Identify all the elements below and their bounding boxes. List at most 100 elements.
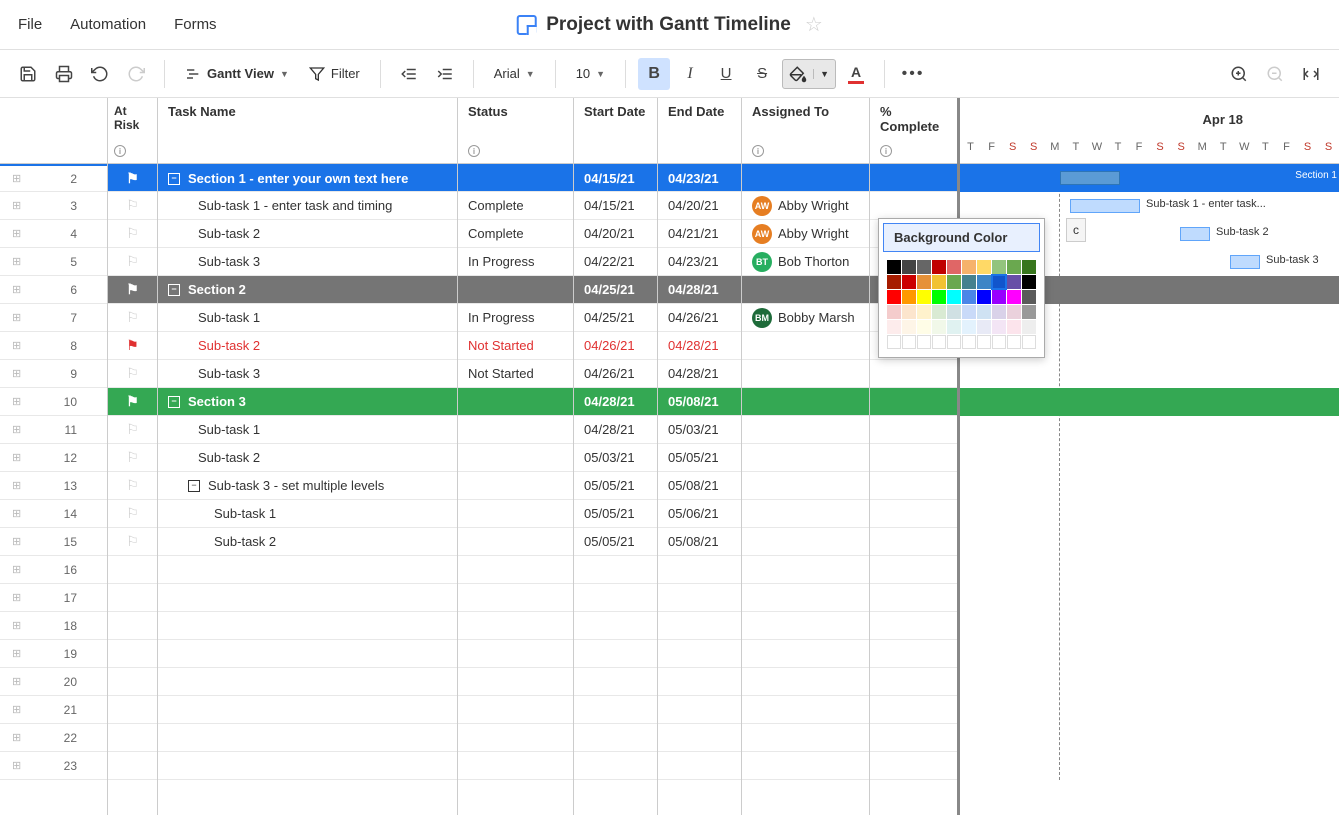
color-swatch[interactable] bbox=[977, 305, 991, 319]
status-cell[interactable] bbox=[458, 668, 573, 696]
color-swatch[interactable] bbox=[917, 290, 931, 304]
color-swatch[interactable] bbox=[962, 260, 976, 274]
at-risk-cell[interactable]: ⚐ bbox=[108, 248, 157, 276]
color-swatch[interactable] bbox=[902, 305, 916, 319]
comp-cell[interactable] bbox=[870, 444, 957, 472]
gantt-row[interactable] bbox=[960, 724, 1339, 752]
color-swatch[interactable] bbox=[947, 260, 961, 274]
comp-cell[interactable] bbox=[870, 472, 957, 500]
comp-cell[interactable] bbox=[870, 360, 957, 388]
end-cell[interactable] bbox=[658, 640, 741, 668]
color-swatch[interactable] bbox=[887, 260, 901, 274]
assign-cell[interactable]: AWAbby Wright bbox=[742, 192, 869, 220]
color-swatch[interactable] bbox=[902, 290, 916, 304]
color-swatch[interactable] bbox=[932, 260, 946, 274]
at-risk-cell[interactable]: ⚐ bbox=[108, 500, 157, 528]
row-number[interactable]: ⊞20 bbox=[0, 668, 107, 696]
task-cell[interactable]: Sub-task 2 bbox=[158, 528, 457, 556]
assign-cell[interactable] bbox=[742, 752, 869, 780]
gantt-row[interactable] bbox=[960, 668, 1339, 696]
column-header-start[interactable]: Start Date bbox=[574, 98, 657, 164]
color-swatch[interactable] bbox=[887, 275, 901, 289]
start-cell[interactable] bbox=[574, 640, 657, 668]
comp-cell[interactable] bbox=[870, 640, 957, 668]
color-swatch[interactable] bbox=[1007, 290, 1021, 304]
at-risk-cell[interactable] bbox=[108, 612, 157, 640]
row-number[interactable]: ⊞4 bbox=[0, 220, 107, 248]
color-swatch[interactable] bbox=[947, 275, 961, 289]
column-header-assigned[interactable]: Assigned Toi bbox=[742, 98, 869, 164]
fontsize-select[interactable]: 10▼ bbox=[568, 66, 613, 81]
status-cell[interactable] bbox=[458, 556, 573, 584]
row-number[interactable]: ⊞6 bbox=[0, 276, 107, 304]
color-swatch[interactable] bbox=[962, 305, 976, 319]
status-cell[interactable] bbox=[458, 164, 573, 192]
end-cell[interactable] bbox=[658, 612, 741, 640]
start-cell[interactable]: 05/03/21 bbox=[574, 444, 657, 472]
color-swatch[interactable] bbox=[962, 290, 976, 304]
color-swatch[interactable] bbox=[917, 320, 931, 334]
view-switcher[interactable]: Gantt View ▼ bbox=[177, 66, 297, 82]
at-risk-cell[interactable]: ⚑ bbox=[108, 276, 157, 304]
task-cell[interactable]: Sub-task 1 - enter task and timing bbox=[158, 192, 457, 220]
task-cell[interactable] bbox=[158, 556, 457, 584]
end-cell[interactable]: 05/03/21 bbox=[658, 416, 741, 444]
row-number[interactable]: ⊞16 bbox=[0, 556, 107, 584]
assign-cell[interactable] bbox=[742, 696, 869, 724]
menu-forms[interactable]: Forms bbox=[174, 16, 217, 33]
at-risk-cell[interactable]: ⚑ bbox=[108, 388, 157, 416]
color-swatch[interactable] bbox=[917, 335, 931, 349]
end-cell[interactable]: 04/20/21 bbox=[658, 192, 741, 220]
text-color-button[interactable]: A bbox=[840, 58, 872, 90]
color-swatch[interactable] bbox=[977, 335, 991, 349]
at-risk-cell[interactable] bbox=[108, 584, 157, 612]
menu-automation[interactable]: Automation bbox=[70, 16, 146, 33]
start-cell[interactable] bbox=[574, 696, 657, 724]
status-cell[interactable]: Complete bbox=[458, 220, 573, 248]
task-cell[interactable]: −Section 3 bbox=[158, 388, 457, 416]
color-swatch[interactable] bbox=[947, 290, 961, 304]
color-swatch[interactable] bbox=[947, 335, 961, 349]
gantt-row[interactable]: Sub-task 1 - enter task... bbox=[960, 192, 1339, 220]
color-swatch[interactable] bbox=[1007, 275, 1021, 289]
start-cell[interactable]: 04/26/21 bbox=[574, 332, 657, 360]
gantt-row[interactable] bbox=[960, 640, 1339, 668]
status-cell[interactable] bbox=[458, 388, 573, 416]
end-cell[interactable]: 04/28/21 bbox=[658, 332, 741, 360]
gantt-row[interactable] bbox=[960, 696, 1339, 724]
color-swatch[interactable] bbox=[977, 320, 991, 334]
color-swatch[interactable] bbox=[1022, 260, 1036, 274]
assign-cell[interactable]: AWAbby Wright bbox=[742, 220, 869, 248]
start-cell[interactable]: 04/22/21 bbox=[574, 248, 657, 276]
task-cell[interactable]: Sub-task 2 bbox=[158, 220, 457, 248]
row-number[interactable]: ⊞8 bbox=[0, 332, 107, 360]
outdent-button[interactable] bbox=[393, 58, 425, 90]
color-swatch[interactable] bbox=[932, 290, 946, 304]
color-swatch[interactable] bbox=[887, 335, 901, 349]
start-cell[interactable] bbox=[574, 556, 657, 584]
star-icon[interactable]: ☆ bbox=[805, 12, 823, 37]
status-cell[interactable]: Not Started bbox=[458, 332, 573, 360]
gantt-row[interactable]: Section 1 bbox=[960, 164, 1339, 192]
bold-button[interactable]: B bbox=[638, 58, 670, 90]
more-button[interactable]: ••• bbox=[897, 58, 929, 90]
start-cell[interactable]: 04/20/21 bbox=[574, 220, 657, 248]
end-cell[interactable]: 04/23/21 bbox=[658, 248, 741, 276]
column-header-complete[interactable]: % Completei bbox=[870, 98, 957, 164]
start-cell[interactable] bbox=[574, 752, 657, 780]
color-swatch[interactable] bbox=[902, 275, 916, 289]
comp-cell[interactable] bbox=[870, 500, 957, 528]
color-swatch[interactable] bbox=[1007, 335, 1021, 349]
task-cell[interactable]: Sub-task 1 bbox=[158, 416, 457, 444]
chevron-down-icon[interactable]: ▼ bbox=[813, 69, 835, 79]
task-cell[interactable] bbox=[158, 612, 457, 640]
gantt-row[interactable] bbox=[960, 388, 1339, 416]
at-risk-cell[interactable]: ⚐ bbox=[108, 360, 157, 388]
column-header-end[interactable]: End Date bbox=[658, 98, 741, 164]
assign-cell[interactable] bbox=[742, 472, 869, 500]
end-cell[interactable] bbox=[658, 584, 741, 612]
color-swatch[interactable] bbox=[992, 320, 1006, 334]
zoom-in-button[interactable] bbox=[1223, 58, 1255, 90]
gantt-row[interactable] bbox=[960, 472, 1339, 500]
color-swatch[interactable] bbox=[902, 320, 916, 334]
